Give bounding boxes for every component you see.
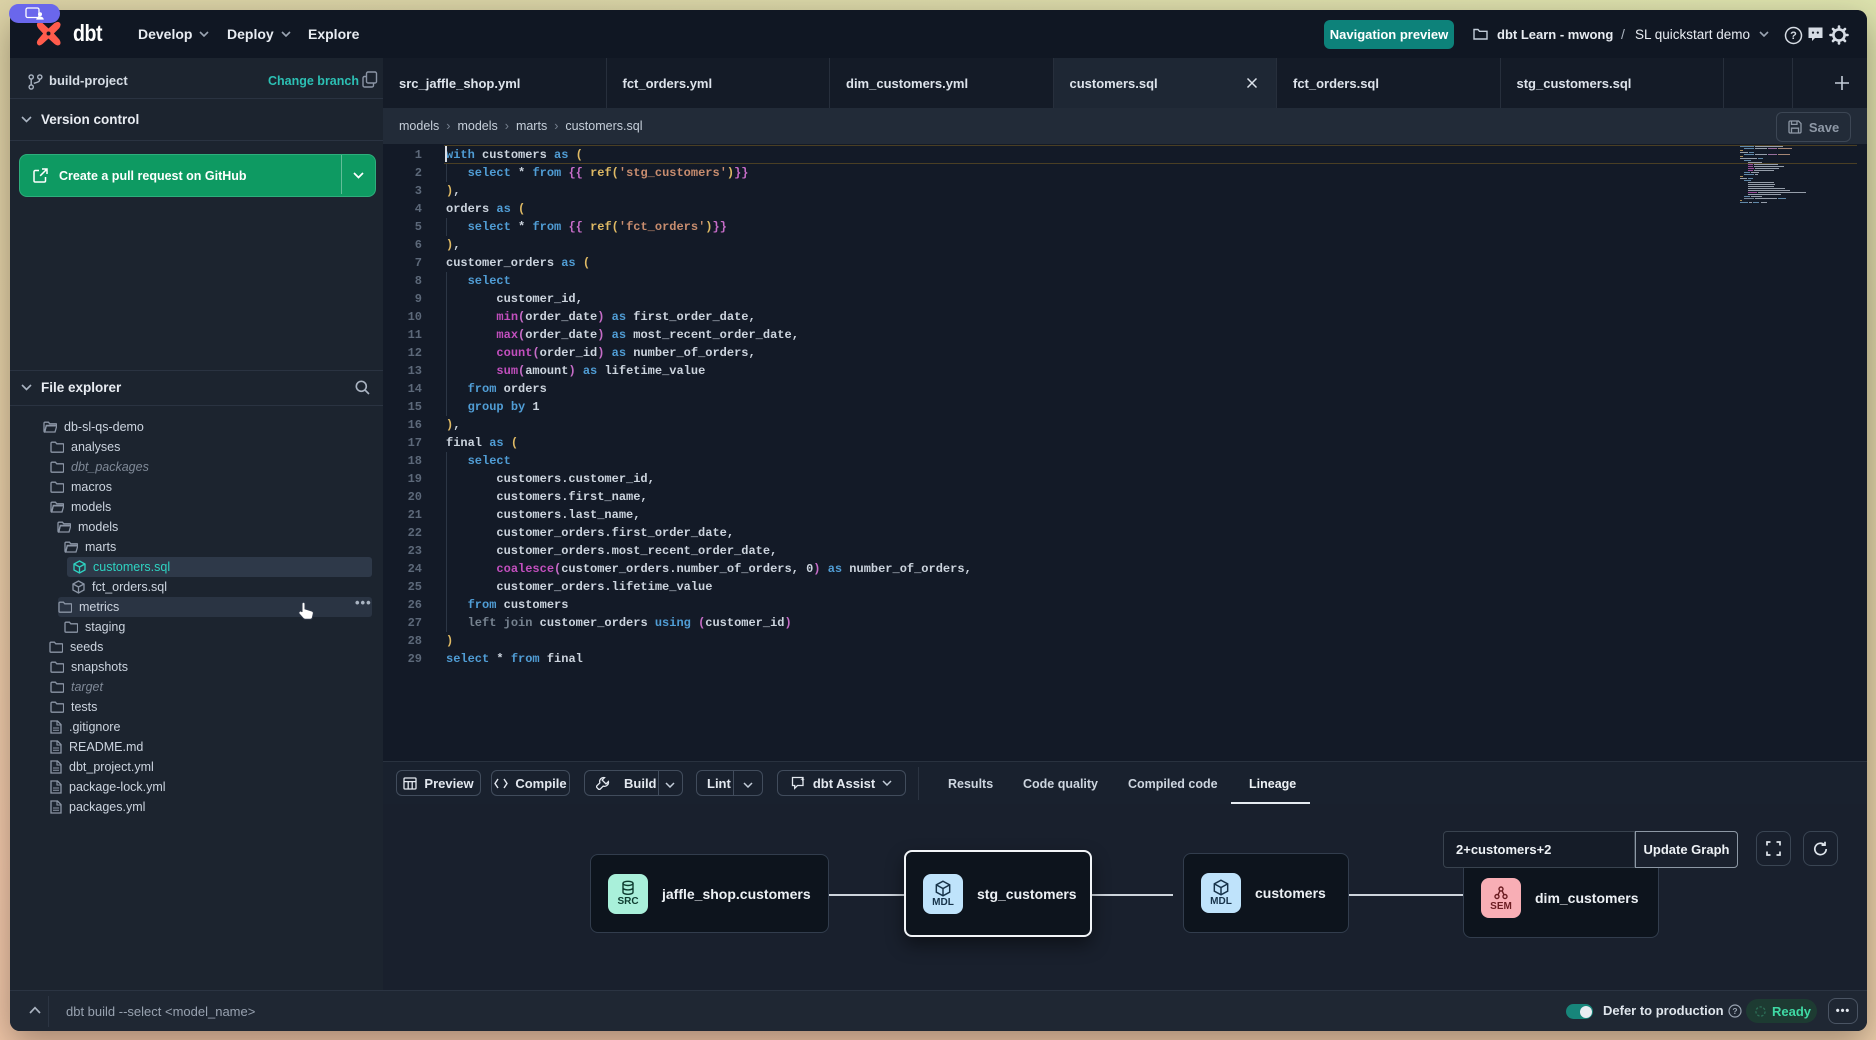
svg-text:?: ?: [1732, 1006, 1737, 1016]
svg-text:?: ?: [1790, 30, 1797, 42]
